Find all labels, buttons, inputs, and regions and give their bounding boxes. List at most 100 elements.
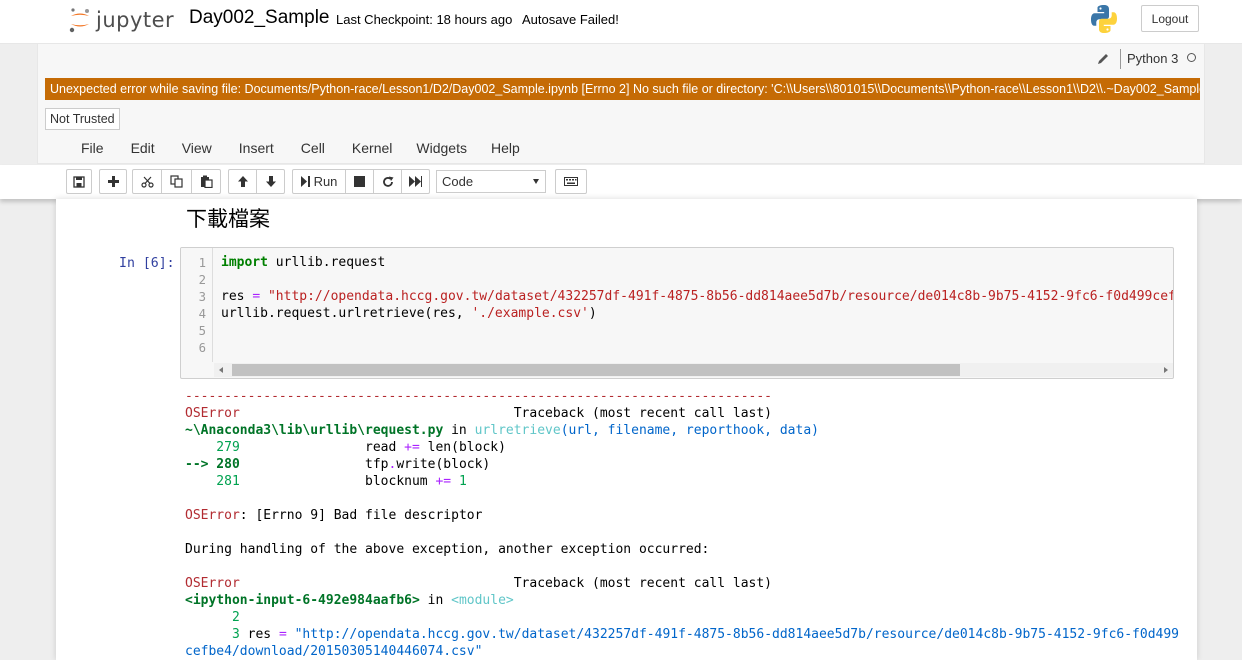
insert-cell-button[interactable] bbox=[99, 169, 127, 194]
jupyter-logo[interactable]: jupyter bbox=[68, 6, 174, 34]
command-palette-button[interactable] bbox=[555, 169, 587, 194]
code-line-3: res = "http://opendata.hccg.gov.tw/datas… bbox=[221, 289, 1173, 304]
copy-button[interactable] bbox=[161, 169, 192, 194]
restart-button[interactable] bbox=[373, 169, 402, 194]
traceback-separator: ----------------------------------------… bbox=[185, 389, 772, 404]
notebook-name[interactable]: Day002_Sample bbox=[189, 7, 329, 29]
code-text: res bbox=[239, 627, 279, 642]
traceback-code-line: 3 res = "http://opendata.hccg.gov.tw/dat… bbox=[185, 626, 1185, 643]
save-error-notification[interactable]: Unexpected error while saving file: Docu… bbox=[45, 78, 1200, 100]
code-text: len(block) bbox=[419, 440, 506, 455]
error-message: OSError: [Errno 9] Bad file descriptor bbox=[185, 507, 1185, 524]
code-text: write(block) bbox=[396, 457, 491, 472]
kernel-status-icon bbox=[1187, 53, 1196, 62]
traceback-header: OSError Traceback (most recent call last… bbox=[185, 575, 1185, 592]
save-group bbox=[66, 169, 92, 194]
code-text: urllib.request.urlretrieve(res, bbox=[221, 306, 472, 321]
menu-help[interactable]: Help bbox=[491, 138, 520, 160]
error-name: OSError bbox=[185, 406, 240, 421]
line-number-gutter: 1 2 3 4 5 6 bbox=[181, 248, 213, 362]
run-group: Run bbox=[292, 169, 430, 194]
kernel-name: Python 3 bbox=[1127, 51, 1179, 66]
menu-view[interactable]: View bbox=[182, 138, 212, 160]
traceback-code-continuation: cefbe4/download/20150305140446074.csv" bbox=[185, 644, 483, 659]
traceback-label: Traceback (most recent call last) bbox=[239, 406, 773, 421]
stop-icon bbox=[354, 176, 365, 187]
chevron-down-icon bbox=[533, 179, 539, 184]
menu-edit[interactable]: Edit bbox=[131, 138, 155, 160]
string-literal: "http://opendata.hccg.gov.tw/dataset/432… bbox=[267, 289, 1173, 304]
horizontal-scrollbar[interactable] bbox=[214, 363, 1173, 377]
code-input-area[interactable]: 1 2 3 4 5 6 import urllib.request res = … bbox=[180, 247, 1174, 379]
edit-group bbox=[132, 169, 221, 194]
python-logo-icon bbox=[1091, 5, 1117, 33]
code-text: ) bbox=[588, 306, 597, 321]
paste-button[interactable] bbox=[191, 169, 221, 194]
traceback-code-line: --> 280 tfp.write(block) bbox=[185, 456, 1185, 473]
move-group bbox=[228, 169, 285, 194]
traceback-in: in bbox=[419, 593, 452, 608]
scrollbar-thumb[interactable] bbox=[232, 364, 960, 376]
arrow-down-icon bbox=[265, 176, 276, 187]
code-text: res bbox=[221, 289, 253, 304]
function-name: urlretrieve bbox=[474, 423, 561, 438]
cell-type-select[interactable]: Code bbox=[436, 170, 546, 193]
step-forward-icon bbox=[300, 176, 310, 187]
cut-button[interactable] bbox=[132, 169, 162, 194]
line-number: 281 bbox=[185, 474, 240, 489]
save-button[interactable] bbox=[66, 169, 92, 194]
traceback-code-line: 281 blocknum += 1 bbox=[185, 473, 1185, 490]
traceback-location: <ipython-input-6-492e984aafb6> in <modul… bbox=[185, 592, 1185, 609]
scroll-left-icon[interactable] bbox=[219, 367, 223, 373]
error-arrow: --> 280 bbox=[185, 457, 240, 472]
run-button[interactable]: Run bbox=[292, 169, 346, 194]
error-text: : [Errno 9] Bad file descriptor bbox=[239, 508, 483, 523]
error-name: OSError bbox=[185, 576, 240, 591]
cell-type-value: Code bbox=[442, 174, 474, 189]
menu-widgets[interactable]: Widgets bbox=[416, 138, 467, 160]
menu-kernel[interactable]: Kernel bbox=[352, 138, 392, 160]
markdown-heading[interactable]: 下載檔案 bbox=[186, 203, 270, 233]
menu-cell[interactable]: Cell bbox=[301, 138, 325, 160]
line-number: 5 bbox=[198, 324, 206, 338]
line-number: 2 bbox=[198, 273, 206, 287]
line-number: 2 bbox=[185, 610, 240, 625]
error-name: OSError bbox=[185, 508, 240, 523]
restart-run-all-button[interactable] bbox=[401, 169, 430, 194]
restart-icon bbox=[382, 176, 393, 187]
pencil-icon[interactable] bbox=[1096, 52, 1110, 66]
logo-text: jupyter bbox=[96, 8, 175, 32]
line-number: 1 bbox=[198, 256, 206, 270]
paste-icon bbox=[200, 175, 213, 188]
operator: += bbox=[404, 440, 420, 455]
palette-group bbox=[555, 169, 587, 194]
trust-button[interactable]: Not Trusted bbox=[45, 108, 120, 130]
plus-icon bbox=[107, 176, 119, 187]
move-up-button[interactable] bbox=[228, 169, 257, 194]
interrupt-button[interactable] bbox=[345, 169, 374, 194]
checkpoint-status: Last Checkpoint: 18 hours ago bbox=[336, 12, 513, 27]
cell-output: ----------------------------------------… bbox=[185, 388, 1185, 660]
code-text: read bbox=[239, 440, 405, 455]
notebook-container: 下載檔案 In [6]: 1 2 3 4 5 6 import urllib.r… bbox=[56, 199, 1197, 660]
line-number: 3 bbox=[198, 290, 206, 304]
traceback-code-line: 2 bbox=[185, 609, 1185, 626]
code-text: urllib.request bbox=[267, 255, 386, 270]
move-down-button[interactable] bbox=[256, 169, 285, 194]
menu-file[interactable]: File bbox=[81, 138, 104, 160]
code-text: blocknum bbox=[239, 474, 436, 489]
operator: = bbox=[278, 627, 287, 642]
arrow-up-icon bbox=[237, 176, 248, 187]
logout-button[interactable]: Logout bbox=[1141, 5, 1199, 32]
traceback-location: ~\Anaconda3\lib\urllib\request.py in url… bbox=[185, 422, 1185, 439]
menu-insert[interactable]: Insert bbox=[239, 138, 274, 160]
string-literal: "http://opendata.hccg.gov.tw/dataset/432… bbox=[286, 627, 1180, 642]
toolbar: Run Code bbox=[0, 165, 1242, 199]
traceback-code-line: 279 read += len(block) bbox=[185, 439, 1185, 456]
keyword: import bbox=[221, 255, 268, 270]
menubar: File Edit View Insert Cell Kernel Widget… bbox=[67, 138, 520, 160]
scroll-right-icon[interactable] bbox=[1164, 367, 1168, 373]
